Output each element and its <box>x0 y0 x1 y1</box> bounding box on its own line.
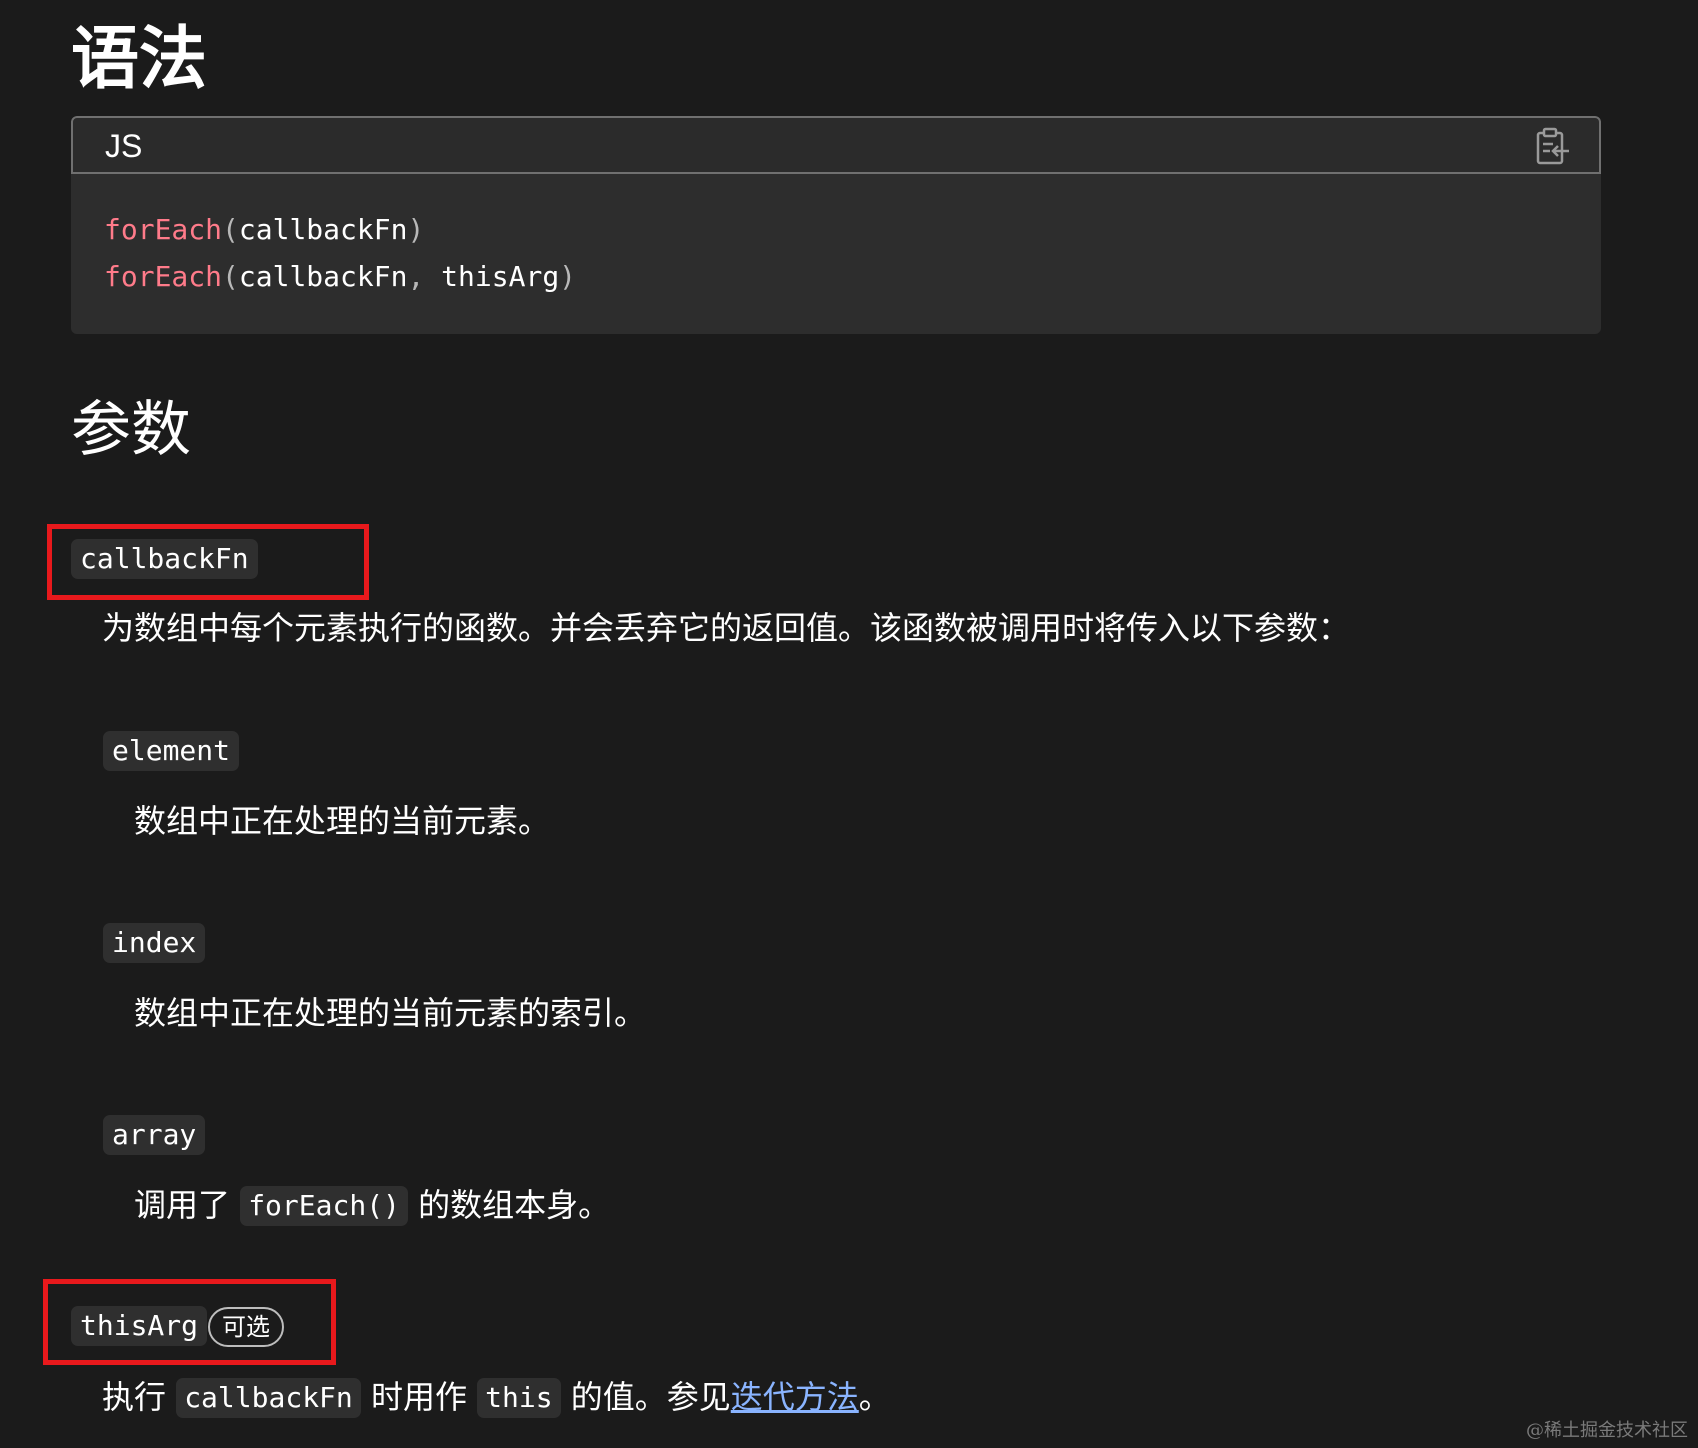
copy-button[interactable] <box>1533 126 1573 166</box>
param-term-index: index <box>103 923 206 963</box>
syntax-heading: 语法 <box>71 20 208 99</box>
description-text: 执行 <box>102 1378 167 1416</box>
optional-badge: 可选 <box>208 1307 284 1347</box>
code-function-name: forEach <box>104 213 223 246</box>
param-description-array: 调用了 forEach() 的数组本身。 <box>134 1183 610 1227</box>
watermark: @稀土掘金技术社区 <box>1526 1420 1688 1441</box>
param-term-callbackfn: callbackFn <box>71 539 258 579</box>
code-punctuation: ) <box>407 213 425 246</box>
code-argument: callbackFn <box>238 260 408 293</box>
clipboard-icon <box>1536 127 1569 165</box>
param-term-array: array <box>103 1115 206 1155</box>
code-block-header: JS <box>71 116 1601 174</box>
parameters-heading: 参数 <box>71 395 191 465</box>
code-punctuation: , <box>407 260 425 293</box>
code-line: forEach(callbackFn) <box>104 206 1601 253</box>
param-description-element: 数组中正在处理的当前元素。 <box>134 802 551 840</box>
code-punctuation: ( <box>222 213 239 246</box>
description-text: 调用了 <box>134 1186 231 1224</box>
description-text: 的数组本身。 <box>418 1186 611 1224</box>
param-term-element: element <box>103 731 240 771</box>
code-line: forEach(callbackFn, thisArg) <box>104 253 1601 300</box>
description-text: 。 <box>858 1378 891 1416</box>
description-text: 时用作 <box>370 1378 467 1416</box>
inline-code-callbackfn: callbackFn <box>176 1378 361 1418</box>
code-block: JS forEach(callbackFn) forEach(callbackF… <box>71 116 1601 334</box>
code-content: forEach(callbackFn) forEach(callbackFn, … <box>71 174 1601 300</box>
param-description-thisarg: 执行 callbackFn 时用作 this 的值。参见迭代方法。 <box>102 1375 891 1419</box>
param-term-thisarg: thisArg <box>71 1306 208 1346</box>
param-description-index: 数组中正在处理的当前元素的索引。 <box>134 994 647 1032</box>
param-description-callbackfn: 为数组中每个元素执行的函数。并会丢弃它的返回值。该函数被调用时将传入以下参数： <box>102 609 1351 647</box>
code-punctuation: ( <box>222 260 239 293</box>
code-argument: thisArg <box>424 260 560 293</box>
inline-code-foreach: forEach() <box>240 1186 408 1226</box>
inline-code-this: this <box>477 1378 561 1418</box>
description-text: 的值。参见 <box>570 1378 731 1416</box>
code-function-name: forEach <box>104 260 223 293</box>
code-punctuation: ) <box>559 260 577 293</box>
code-language-label: JS <box>105 128 143 164</box>
code-argument: callbackFn <box>238 213 408 246</box>
iterative-methods-link[interactable]: 迭代方法 <box>731 1378 859 1416</box>
